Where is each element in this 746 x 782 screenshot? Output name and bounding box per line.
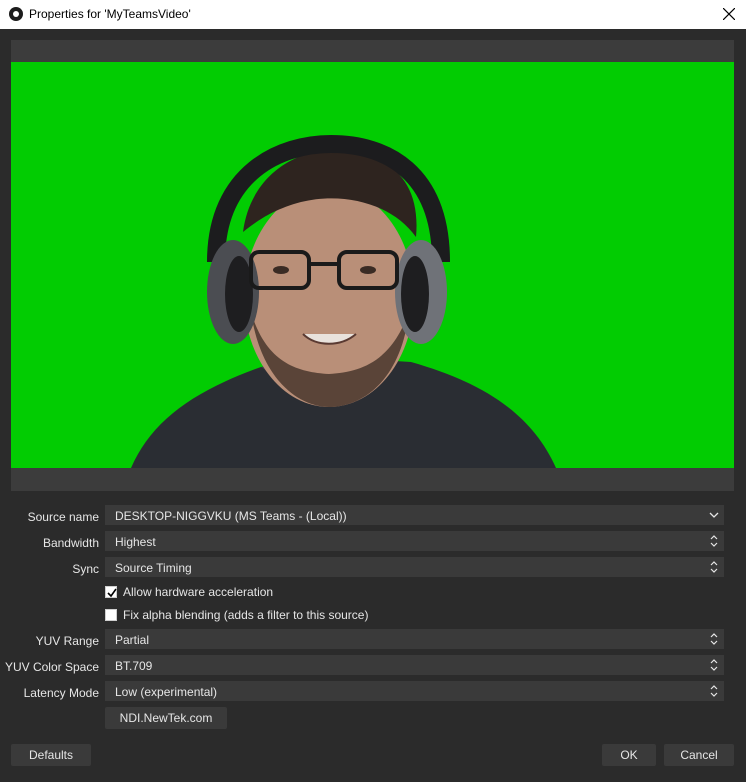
yuv-color-space-value: BT.709	[115, 659, 153, 673]
source-name-dropdown[interactable]: DESKTOP-NIGGVKU (MS Teams - (Local))	[105, 505, 724, 525]
close-icon	[723, 8, 735, 20]
window-title: Properties for 'MyTeamsVideo'	[29, 7, 191, 21]
latency-mode-select[interactable]: Low (experimental)	[105, 681, 724, 701]
latency-mode-label: Latency Mode	[23, 686, 99, 700]
latency-mode-value: Low (experimental)	[115, 685, 218, 699]
updown-arrows-icon	[704, 682, 723, 700]
yuv-range-select[interactable]: Partial	[105, 629, 724, 649]
source-name-value: DESKTOP-NIGGVKU (MS Teams - (Local))	[115, 509, 347, 523]
defaults-button[interactable]: Defaults	[11, 744, 91, 766]
yuv-range-label: YUV Range	[35, 634, 99, 648]
close-button[interactable]	[712, 0, 746, 29]
alpha-blend-label: Fix alpha blending (adds a filter to thi…	[123, 608, 369, 622]
chevron-down-icon	[704, 506, 723, 524]
yuv-color-space-label: YUV Color Space	[4, 660, 99, 674]
hw-accel-label: Allow hardware acceleration	[123, 585, 274, 599]
cancel-button[interactable]: Cancel	[664, 744, 734, 766]
sync-select[interactable]: Source Timing	[105, 557, 724, 577]
alpha-blend-checkbox[interactable]	[105, 609, 117, 621]
source-name-label: Source name	[27, 510, 99, 524]
updown-arrows-icon	[704, 558, 723, 576]
bandwidth-label: Bandwidth	[42, 536, 99, 550]
updown-arrows-icon	[704, 630, 723, 648]
yuv-color-space-select[interactable]: BT.709	[105, 655, 724, 675]
preview-panel	[11, 40, 734, 491]
hw-accel-checkbox[interactable]	[105, 586, 117, 598]
yuv-range-value: Partial	[115, 633, 150, 647]
sync-value: Source Timing	[115, 561, 192, 575]
title-bar: Properties for 'MyTeamsVideo'	[0, 0, 746, 29]
sync-label: Sync	[72, 562, 99, 576]
ndi-link-button[interactable]: NDI.NewTek.com	[105, 707, 227, 729]
obs-icon	[9, 7, 23, 21]
updown-arrows-icon	[704, 532, 723, 550]
updown-arrows-icon	[704, 656, 723, 674]
person-image	[131, 134, 556, 468]
bandwidth-value: Highest	[115, 535, 156, 549]
ok-button[interactable]: OK	[602, 744, 656, 766]
checkmark-icon	[107, 588, 117, 598]
bandwidth-select[interactable]: Highest	[105, 531, 724, 551]
webcam-preview	[11, 62, 734, 468]
